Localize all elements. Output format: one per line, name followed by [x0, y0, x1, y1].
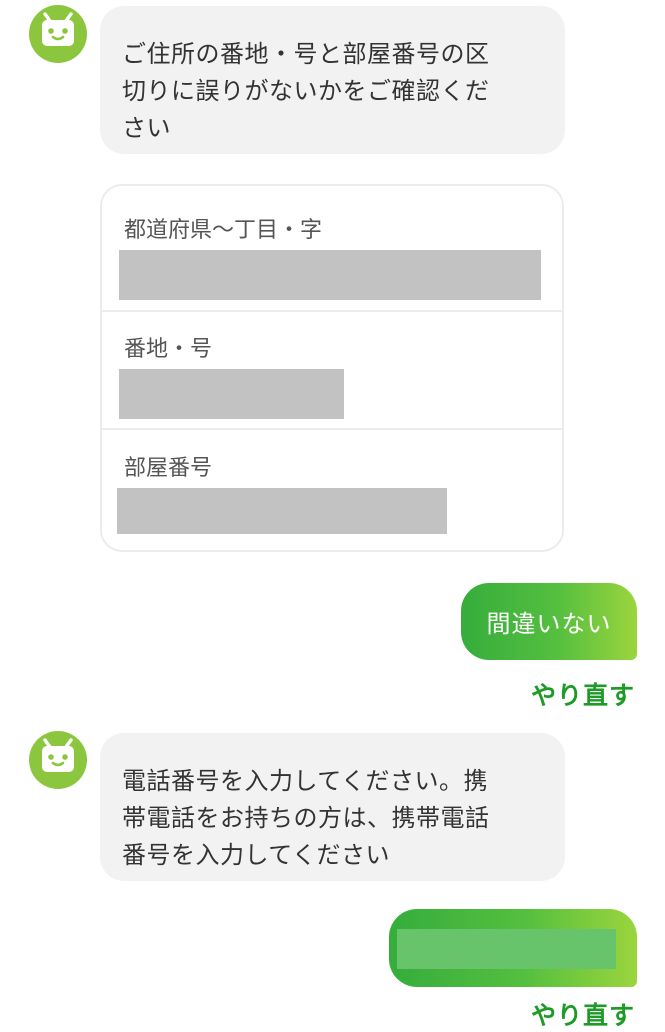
redo-link[interactable]: やり直す [531, 996, 635, 1032]
prefecture-field-label: 都道府県〜丁目・字 [124, 218, 323, 243]
bot-message-phone-request: 電話番号を入力してください。携 帯電話をお持ちの方は、携帯電話 番号を入力してく… [100, 733, 565, 881]
bot-avatar [29, 5, 87, 63]
prefecture-value-redacted [119, 250, 541, 300]
message-line: ご住所の番地・号と部屋番号の区 [122, 40, 490, 68]
block-number-field-label: 番地・号 [124, 337, 213, 362]
user-reply-text: 間違いない [486, 610, 612, 638]
card-divider [102, 310, 562, 312]
user-reply-correct[interactable]: 間違いない [461, 583, 637, 660]
redo-link[interactable]: やり直す [531, 676, 635, 712]
message-line: 番号を入力してください [122, 841, 391, 869]
message-line: 切りに誤りがないかをご確認くだ [122, 77, 490, 105]
block-number-value-redacted [119, 369, 344, 419]
robot-face-icon [42, 738, 74, 772]
card-divider [102, 428, 562, 430]
message-line: 帯電話をお持ちの方は、携帯電話 [122, 804, 490, 832]
room-number-field-label: 部屋番号 [124, 456, 213, 481]
bot-avatar [29, 731, 87, 789]
bot-message-address-confirm: ご住所の番地・号と部屋番号の区 切りに誤りがないかをご確認くだ さい [100, 6, 565, 154]
message-line: さい [122, 114, 171, 142]
robot-face-icon [42, 12, 74, 46]
message-line: 電話番号を入力してください。携 [122, 767, 489, 795]
phone-number-redacted [397, 929, 616, 969]
room-number-value-redacted [117, 488, 447, 534]
address-card: 都道府県〜丁目・字 番地・号 部屋番号 [100, 184, 564, 552]
